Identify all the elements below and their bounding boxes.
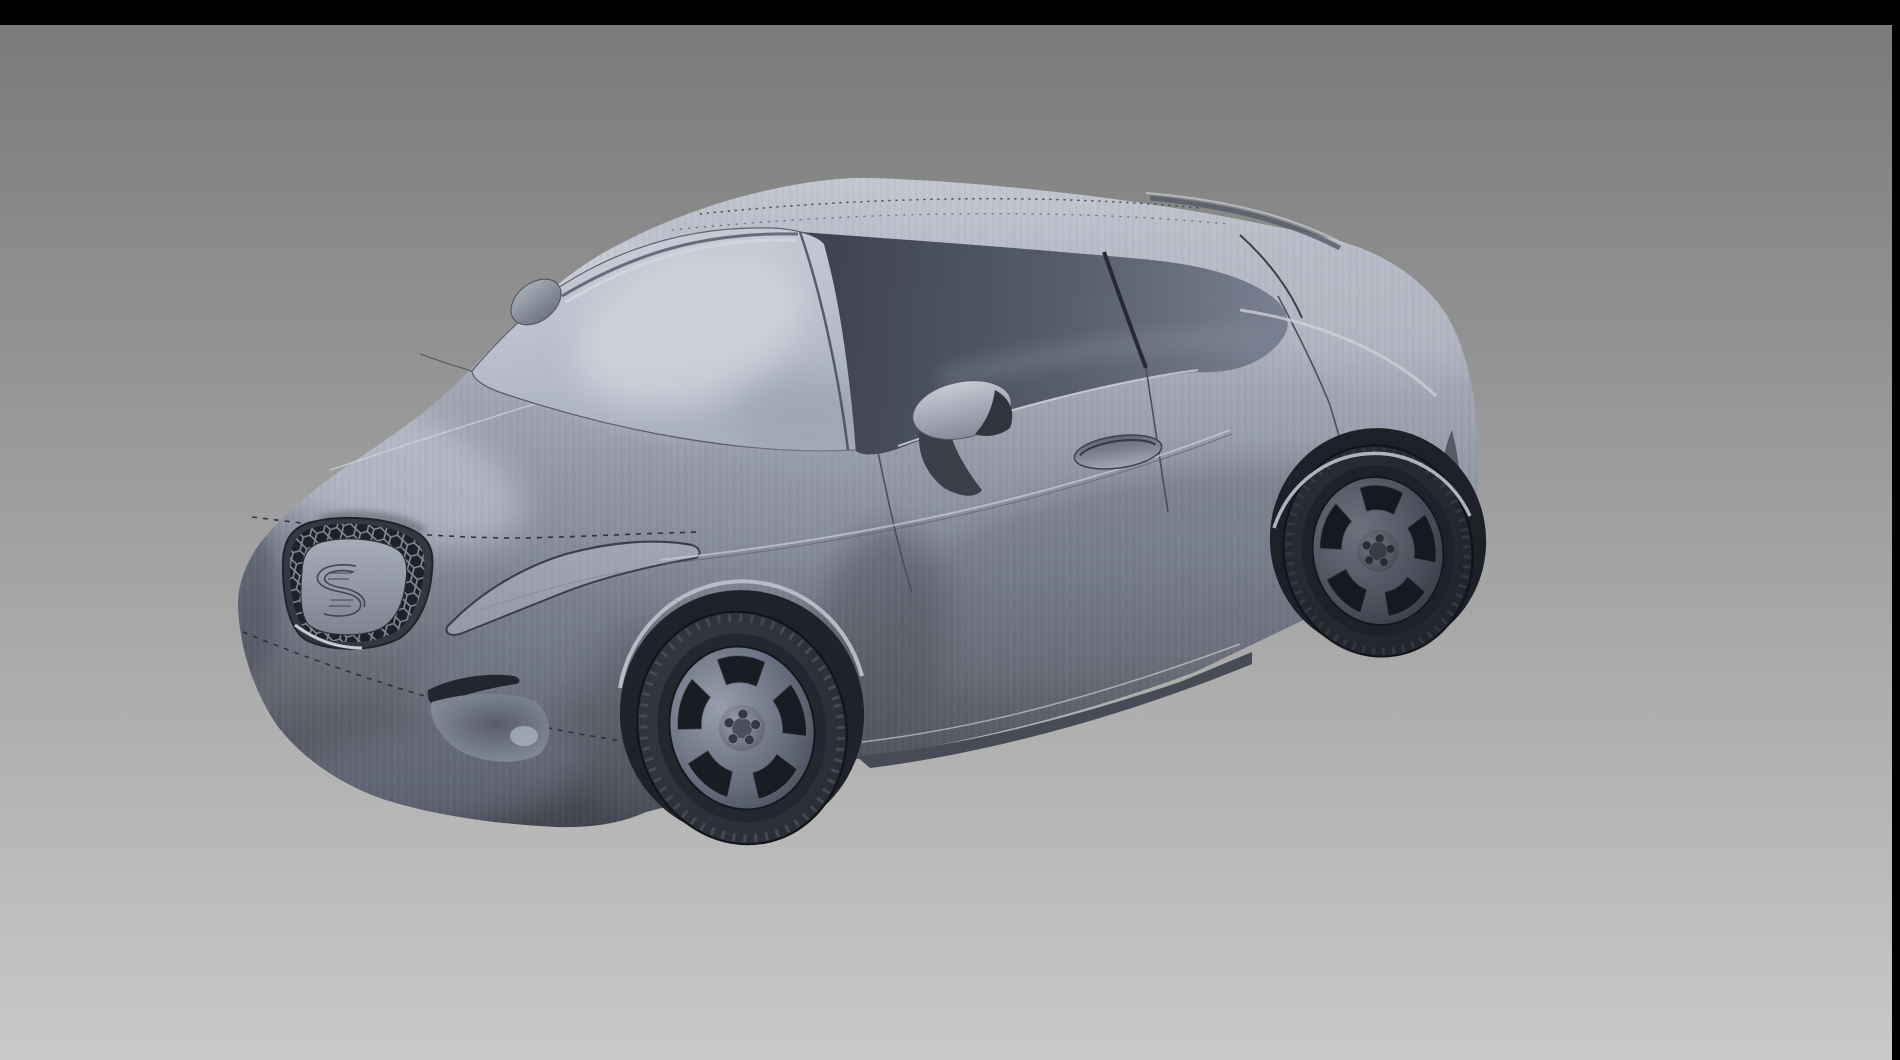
grille [283, 516, 433, 649]
cad-viewport[interactable] [0, 0, 1900, 1060]
top-letterbox-bar [0, 0, 1900, 25]
grille-panel [301, 539, 407, 635]
right-letterbox-bar [1892, 0, 1900, 1060]
fog-light [510, 726, 538, 746]
screen [0, 0, 1900, 1060]
